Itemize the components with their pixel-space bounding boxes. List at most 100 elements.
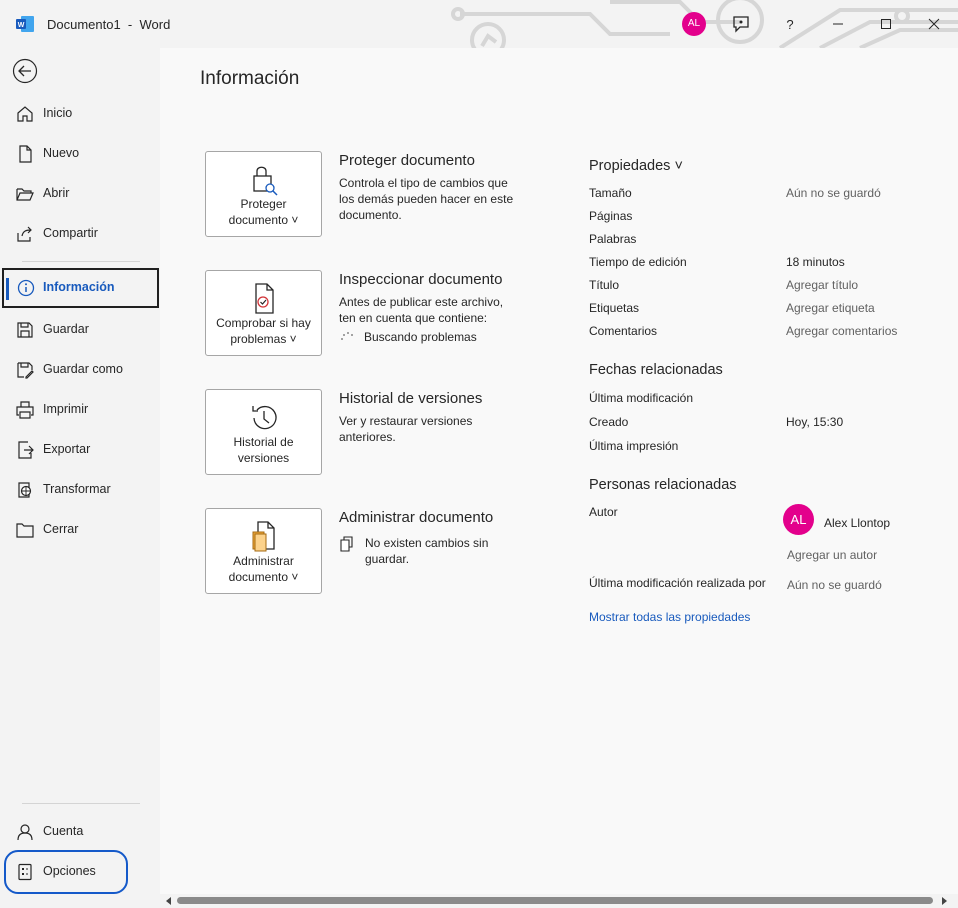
manage-document-button[interactable]: Administrar documento ˅ — [205, 508, 322, 594]
show-all-properties-link[interactable]: Mostrar todas las propiedades — [589, 610, 750, 624]
section-description: Antes de publicar este archivo, ten en c… — [339, 295, 504, 325]
sidebar-item-transformar[interactable]: Transformar — [0, 470, 160, 510]
print-icon — [16, 401, 34, 419]
prop-label: Última impresión — [589, 439, 679, 453]
sidebar-item-compartir[interactable]: Compartir — [0, 214, 160, 254]
sidebar-item-nuevo[interactable]: Nuevo — [0, 134, 160, 174]
card-label: Proteger documento ˅ — [228, 197, 299, 227]
document-stack-icon — [340, 536, 353, 552]
scrollbar-thumb[interactable] — [177, 897, 933, 904]
status-text: Buscando problemas — [364, 330, 477, 344]
sidebar-item-label: Guardar como — [43, 362, 123, 376]
scroll-left-icon[interactable] — [164, 896, 174, 906]
info-panel: Información Proteger documento ˅ Protege… — [160, 48, 958, 894]
transform-icon — [18, 482, 32, 498]
save-icon — [17, 322, 33, 338]
tags-field[interactable]: Agregar etiqueta — [786, 301, 875, 315]
svg-text:W: W — [18, 22, 25, 29]
title-field[interactable]: Agregar título — [786, 278, 858, 292]
section-title: Historial de versiones — [339, 390, 483, 407]
account-icon — [17, 824, 33, 841]
prop-label: Título — [589, 278, 620, 292]
horizontal-scrollbar[interactable] — [160, 894, 958, 908]
sidebar-item-label: Información — [43, 280, 115, 294]
help-button[interactable]: ? — [774, 8, 806, 40]
section-title: Administrar documento — [339, 509, 494, 526]
prop-label: Última modificación — [589, 391, 694, 405]
history-icon — [252, 405, 277, 430]
backstage-sidebar: Inicio Nuevo Abrir Compartir Información… — [0, 48, 160, 908]
minimize-button[interactable] — [822, 8, 854, 40]
section-description: Ver y restaurar versiones anteriores. — [339, 414, 473, 444]
minimize-icon — [833, 23, 843, 25]
save-as-icon — [17, 362, 34, 379]
sidebar-item-cerrar[interactable]: Cerrar — [0, 510, 160, 550]
sidebar-item-guardar-como[interactable]: Guardar como — [0, 350, 160, 390]
sidebar-item-label: Cerrar — [43, 522, 79, 536]
info-icon — [17, 279, 35, 297]
card-label: Administrar documento ˅ — [228, 554, 299, 584]
section-heading: Fechas relacionadas — [589, 362, 723, 378]
prop-label: Tiempo de edición — [589, 255, 687, 269]
card-label: Historial de versiones — [233, 435, 294, 465]
author-name[interactable]: Alex Llontop — [824, 516, 890, 530]
prop-label: Páginas — [589, 209, 633, 223]
sidebar-item-label: Imprimir — [43, 402, 89, 416]
page-title: Información — [200, 68, 300, 89]
maximize-icon — [881, 19, 891, 29]
inspect-document-icon — [255, 283, 274, 314]
feedback-button[interactable] — [725, 8, 757, 40]
add-author-field[interactable]: Agregar un autor — [787, 548, 877, 562]
comments-field[interactable]: Agregar comentarios — [786, 324, 897, 338]
sidebar-item-label: Transformar — [43, 482, 111, 496]
sidebar-item-abrir[interactable]: Abrir — [0, 174, 160, 214]
close-button[interactable] — [918, 8, 950, 40]
section-heading: Personas relacionadas — [589, 477, 737, 493]
prop-label: Tamaño — [589, 186, 632, 200]
manage-document-icon — [252, 521, 275, 552]
maximize-button[interactable] — [870, 8, 902, 40]
close-icon — [928, 18, 940, 30]
word-logo-icon: W — [16, 16, 34, 32]
check-issues-button[interactable]: Comprobar si hay problemas ˅ — [205, 270, 322, 356]
author-avatar[interactable]: AL — [783, 504, 814, 535]
new-document-icon — [19, 145, 32, 163]
version-history-button[interactable]: Historial de versiones — [205, 389, 322, 475]
account-avatar[interactable]: AL — [682, 12, 706, 36]
prop-label: Autor — [589, 505, 618, 519]
sidebar-item-inicio[interactable]: Inicio — [0, 94, 160, 134]
sidebar-divider — [22, 261, 140, 262]
title-bar: W Documento1 - Word AL ? — [0, 0, 958, 48]
feedback-icon — [733, 16, 749, 33]
sidebar-item-cuenta[interactable]: Cuenta — [0, 812, 160, 852]
section-description: Controla el tipo de cambios que los demá… — [339, 176, 514, 222]
prop-label: Creado — [589, 415, 629, 429]
section-title: Proteger documento — [339, 152, 475, 169]
sidebar-item-label: Nuevo — [43, 146, 80, 160]
close-folder-icon — [16, 523, 34, 538]
card-label: Comprobar si hay problemas ˅ — [216, 316, 311, 346]
sidebar-item-exportar[interactable]: Exportar — [0, 430, 160, 470]
home-icon — [17, 106, 33, 122]
prop-value: Hoy, 15:30 — [786, 415, 844, 429]
sidebar-item-label: Guardar — [43, 322, 89, 336]
protect-document-button[interactable]: Proteger documento ˅ — [205, 151, 322, 237]
sidebar-item-imprimir[interactable]: Imprimir — [0, 390, 160, 430]
folder-open-icon — [16, 188, 34, 201]
sidebar-item-informacion[interactable]: Información — [2, 268, 159, 308]
prop-label: Última modificación realizada por — [589, 576, 766, 590]
prop-value: Aún no se guardó — [786, 186, 881, 200]
sidebar-divider — [22, 803, 140, 804]
sidebar-item-guardar[interactable]: Guardar — [0, 310, 160, 350]
active-indicator — [6, 278, 9, 300]
section-title: Inspeccionar documento — [339, 271, 503, 288]
lock-icon — [253, 166, 278, 196]
sidebar-item-label: Inicio — [43, 106, 73, 120]
sidebar-item-label: Exportar — [43, 442, 91, 456]
status-text: No existen cambios sin guardar. — [365, 536, 489, 566]
properties-dropdown[interactable]: Propiedades ˅ — [589, 158, 683, 174]
back-arrow-icon[interactable] — [12, 58, 38, 84]
export-icon — [18, 441, 34, 459]
prop-value: Aún no se guardó — [787, 578, 882, 592]
scroll-right-icon[interactable] — [939, 896, 949, 906]
